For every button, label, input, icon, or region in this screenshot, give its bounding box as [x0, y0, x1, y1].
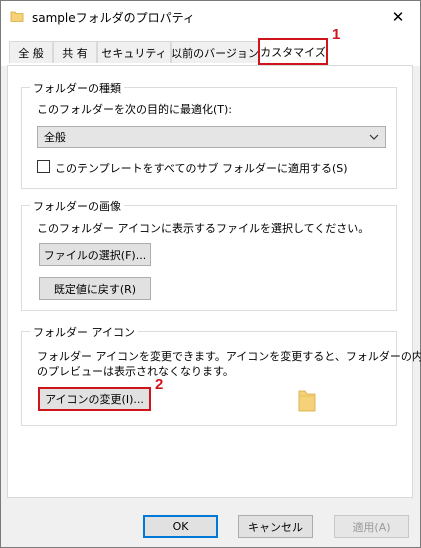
change-icon-button[interactable]: アイコンの変更(I)...: [38, 387, 151, 411]
group-legend-folder-icon: フォルダー アイコン: [30, 324, 138, 340]
window-title: sampleフォルダのプロパティ: [32, 11, 195, 25]
optimize-select[interactable]: 全般: [37, 126, 386, 148]
tab-sharing[interactable]: 共 有: [53, 41, 97, 63]
folder-icon: [298, 390, 316, 412]
apply-button[interactable]: 適用(A): [334, 515, 409, 538]
apply-subfolders-label[interactable]: このテンプレートをすべてのサブ フォルダーに適用する(S): [55, 160, 348, 176]
icon-description-line1: フォルダー アイコンを変更できます。アイコンを変更すると、フォルダーの内容: [37, 350, 421, 363]
folder-icon: [10, 11, 24, 22]
restore-default-button[interactable]: 既定値に戻す(R): [39, 277, 151, 300]
icon-description-line2: のプレビューは表示されなくなります。: [37, 365, 234, 378]
tab-previous-versions[interactable]: 以前のバージョン: [171, 41, 259, 63]
group-legend-folder-type: フォルダーの種類: [30, 80, 124, 96]
title-bar: sampleフォルダのプロパティ ✕: [1, 1, 420, 32]
tab-strip: 全 般 共 有 セキュリティ 以前のバージョン カスタマイズ: [1, 32, 420, 66]
optimize-label: このフォルダーを次の目的に最適化(T):: [37, 103, 233, 116]
picture-description: このフォルダー アイコンに表示するファイルを選択してください。: [37, 222, 370, 235]
group-legend-folder-picture: フォルダーの画像: [30, 198, 124, 214]
annotation-badge-1: 1: [332, 26, 341, 43]
annotation-badge-2: 2: [155, 376, 164, 393]
tab-security[interactable]: セキュリティ: [97, 41, 171, 63]
close-icon: ✕: [391, 7, 405, 26]
optimize-select-value: 全般: [44, 131, 66, 144]
cancel-button[interactable]: キャンセル: [238, 515, 313, 538]
ok-button[interactable]: OK: [143, 515, 218, 538]
close-button[interactable]: ✕: [376, 1, 420, 32]
chevron-down-icon: [369, 134, 379, 140]
properties-dialog: sampleフォルダのプロパティ ✕ 全 般 共 有 セキュリティ 以前のバージ…: [0, 0, 421, 548]
choose-file-button[interactable]: ファイルの選択(F)...: [39, 243, 151, 266]
tab-customize[interactable]: カスタマイズ: [258, 38, 328, 65]
tab-general[interactable]: 全 般: [9, 41, 53, 63]
apply-subfolders-checkbox[interactable]: [37, 160, 50, 173]
